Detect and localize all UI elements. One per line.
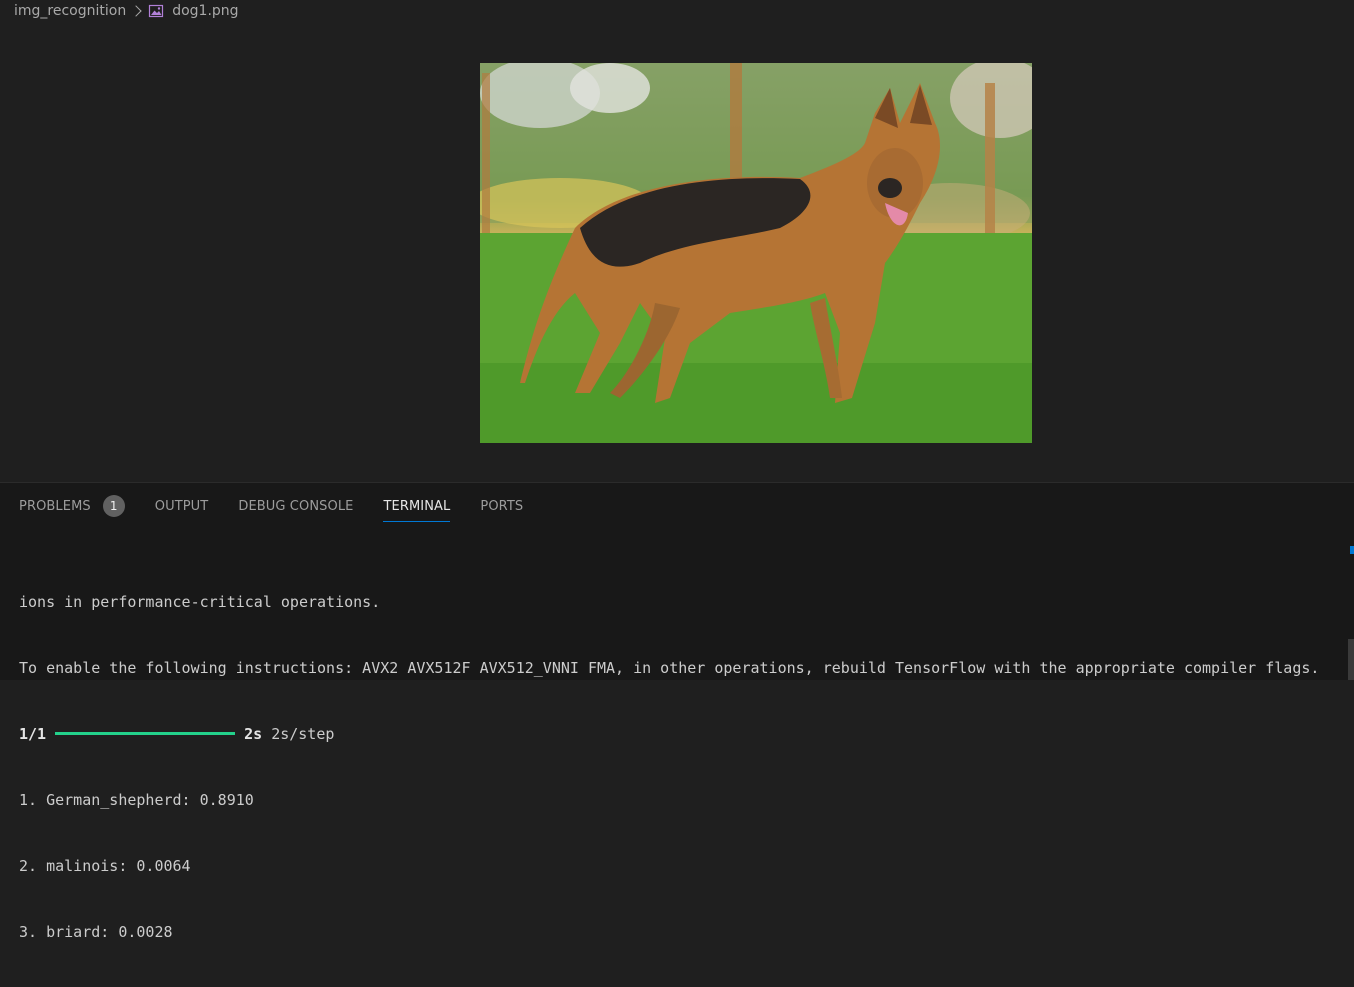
dog-image bbox=[480, 63, 1032, 443]
tab-ports[interactable]: PORTS bbox=[480, 495, 523, 517]
terminal-line: ions in performance-critical operations. bbox=[19, 593, 381, 611]
breadcrumb-file[interactable]: dog1.png bbox=[172, 3, 238, 19]
breadcrumb-folder[interactable]: img_recognition bbox=[14, 3, 126, 19]
progress-line: 1/1 2s 2s/step bbox=[19, 723, 1339, 745]
panel-tabs: PROBLEMS 1 OUTPUT DEBUG CONSOLE TERMINAL… bbox=[19, 495, 553, 522]
image-file-icon bbox=[148, 3, 164, 19]
terminal-scrollbar[interactable] bbox=[1348, 639, 1354, 680]
problems-count-badge: 1 bbox=[102, 495, 125, 517]
progress-bar bbox=[55, 732, 236, 735]
tab-ports-label: PORTS bbox=[480, 498, 524, 514]
prediction-line: 1. German_shepherd: 0.8910 bbox=[19, 791, 254, 809]
progress-rate: 2s/step bbox=[271, 725, 335, 743]
tab-output-label: OUTPUT bbox=[154, 498, 209, 514]
tab-problems-label: PROBLEMS bbox=[19, 498, 91, 514]
tab-debug-console[interactable]: DEBUG CONSOLE bbox=[238, 495, 353, 517]
editor-area: img_recognition dog1.png bbox=[0, 0, 1354, 482]
chevron-right-icon bbox=[130, 5, 142, 17]
tab-output[interactable]: OUTPUT bbox=[155, 495, 209, 517]
progress-steps: 1/1 bbox=[19, 725, 47, 743]
prediction-line: 3. briard: 0.0028 bbox=[19, 923, 173, 941]
tab-terminal-label: TERMINAL bbox=[383, 498, 451, 514]
tab-debug-console-label: DEBUG CONSOLE bbox=[238, 498, 354, 514]
tab-terminal[interactable]: TERMINAL bbox=[383, 495, 451, 522]
breadcrumb: img_recognition dog1.png bbox=[14, 2, 239, 20]
terminal-line: To enable the following instructions: AV… bbox=[19, 659, 1320, 677]
prediction-line: 2. malinois: 0.0064 bbox=[19, 857, 191, 875]
terminal-scroll-marker bbox=[1350, 546, 1354, 554]
bottom-panel: PROBLEMS 1 OUTPUT DEBUG CONSOLE TERMINAL… bbox=[0, 482, 1354, 941]
progress-time: 2s bbox=[244, 725, 263, 743]
terminal-output[interactable]: ions in performance-critical operations.… bbox=[19, 547, 1339, 987]
tab-problems[interactable]: PROBLEMS 1 bbox=[19, 495, 125, 517]
